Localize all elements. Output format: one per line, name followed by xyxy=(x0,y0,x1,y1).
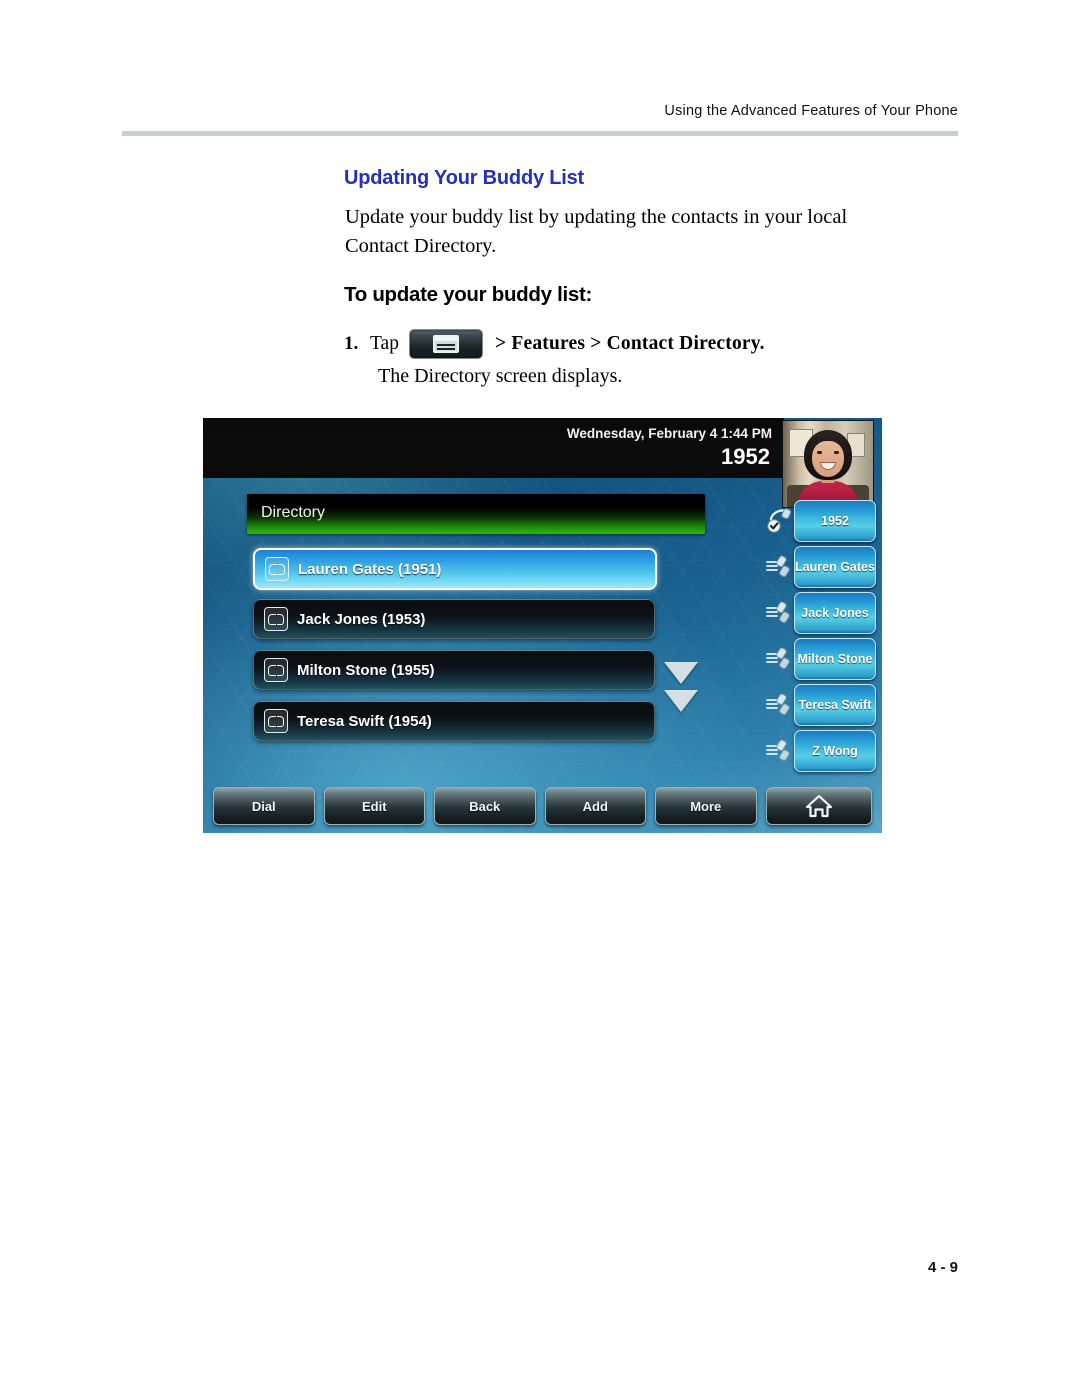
contact-book-icon xyxy=(265,557,289,581)
contact-name: Jack Jones (1953) xyxy=(297,610,426,628)
status-extension: 1952 xyxy=(721,444,770,469)
avatar-face xyxy=(812,441,844,477)
line-key-label: Z Wong xyxy=(812,744,858,758)
line-key-button[interactable]: 1952 xyxy=(794,500,876,542)
line-key[interactable]: Jack Jones xyxy=(764,592,882,634)
soft-key-edit[interactable]: Edit xyxy=(323,787,425,825)
line-key-button[interactable]: Milton Stone xyxy=(794,638,876,680)
directory-title-bar: Directory xyxy=(247,494,705,534)
scroll-down-double-arrow[interactable] xyxy=(664,690,698,712)
page-title: Updating Your Buddy List xyxy=(344,167,585,189)
line-key-label: Milton Stone xyxy=(797,652,873,666)
list-item[interactable]: Jack Jones (1953) xyxy=(253,599,655,639)
line-key[interactable]: 1952 xyxy=(764,500,882,542)
directory-title-label: Directory xyxy=(261,504,326,521)
list-item[interactable]: Teresa Swift (1954) xyxy=(253,701,655,741)
avatar-eye-right xyxy=(834,451,839,454)
contact-name: Milton Stone (1955) xyxy=(297,661,435,679)
line-key-label: Teresa Swift xyxy=(798,698,872,712)
soft-key-back[interactable]: Back xyxy=(434,787,536,825)
avatar xyxy=(782,420,874,508)
contact-name: Teresa Swift (1954) xyxy=(297,712,432,730)
line-key-button[interactable]: Jack Jones xyxy=(794,592,876,634)
step-tap-label: Tap xyxy=(370,333,399,354)
soft-key-label: Add xyxy=(582,798,608,814)
running-header: Using the Advanced Features of Your Phon… xyxy=(664,103,958,119)
procedure-step-1: 1. Tap > Features > Contact Directory. xyxy=(344,326,904,362)
procedure-subheading: To update your buddy list: xyxy=(344,283,593,306)
step-path-text: > Features > Contact Directory. xyxy=(494,333,765,354)
line-key[interactable]: Lauren Gates xyxy=(764,546,882,588)
list-item[interactable]: Milton Stone (1955) xyxy=(253,650,655,690)
soft-key-label: More xyxy=(690,798,722,814)
handset-registered-icon xyxy=(767,508,792,533)
line-key[interactable]: Z Wong xyxy=(764,730,882,772)
contact-name: Lauren Gates (1951) xyxy=(298,560,442,578)
soft-key-label: Back xyxy=(469,798,501,814)
line-key[interactable]: Teresa Swift xyxy=(764,684,882,726)
soft-key-label: Dial xyxy=(251,798,276,814)
soft-key-label: Edit xyxy=(361,798,387,814)
status-datetime: Wednesday, February 4 1:44 PM xyxy=(566,426,772,441)
scroll-indicator[interactable] xyxy=(661,662,701,718)
handset-idle-icon xyxy=(766,739,790,761)
line-key-label: 1952 xyxy=(821,514,849,528)
scroll-down-arrow[interactable] xyxy=(664,662,698,684)
line-key-button[interactable]: Z Wong xyxy=(794,730,876,772)
soft-key-add[interactable]: Add xyxy=(544,787,646,825)
handset-idle-icon xyxy=(766,647,790,669)
step-result-text: The Directory screen displays. xyxy=(378,365,623,387)
contact-book-icon xyxy=(264,658,288,682)
soft-key-more[interactable]: More xyxy=(655,787,757,825)
header-rule xyxy=(122,131,958,136)
phone-status-bar: Wednesday, February 4 1:44 PM 1952 xyxy=(203,418,784,478)
home-menu-icon xyxy=(408,329,483,359)
phone-screen-figure: Wednesday, February 4 1:44 PM 1952 Direc… xyxy=(203,418,882,833)
line-key-button[interactable]: Teresa Swift xyxy=(794,684,876,726)
soft-key-dial[interactable]: Dial xyxy=(213,787,315,825)
home-menu-glyph xyxy=(432,335,459,353)
document-page: Using the Advanced Features of Your Phon… xyxy=(0,0,1080,1397)
intro-paragraph: Update your buddy list by updating the c… xyxy=(345,206,848,257)
contact-book-icon xyxy=(264,607,288,631)
line-key-label: Jack Jones xyxy=(801,606,869,620)
handset-idle-icon xyxy=(766,555,790,577)
soft-key-bar: Dial Edit Back Add More xyxy=(213,787,872,825)
line-key-button[interactable]: Lauren Gates xyxy=(794,546,876,588)
step-number: 1. xyxy=(344,333,359,354)
line-key-label: Lauren Gates xyxy=(795,560,875,574)
list-item[interactable]: Lauren Gates (1951) xyxy=(253,548,657,590)
line-key[interactable]: Milton Stone xyxy=(764,638,882,680)
line-key-column: 1952 Lauren Gates Jack Jones Milton Ston… xyxy=(764,500,882,776)
soft-key-home[interactable] xyxy=(765,787,872,825)
handset-idle-icon xyxy=(766,693,790,715)
handset-idle-icon xyxy=(766,601,790,623)
page-number: 4 - 9 xyxy=(927,1259,958,1276)
contact-book-icon xyxy=(264,709,288,733)
avatar-eye-left xyxy=(817,451,822,454)
home-icon xyxy=(805,794,832,818)
